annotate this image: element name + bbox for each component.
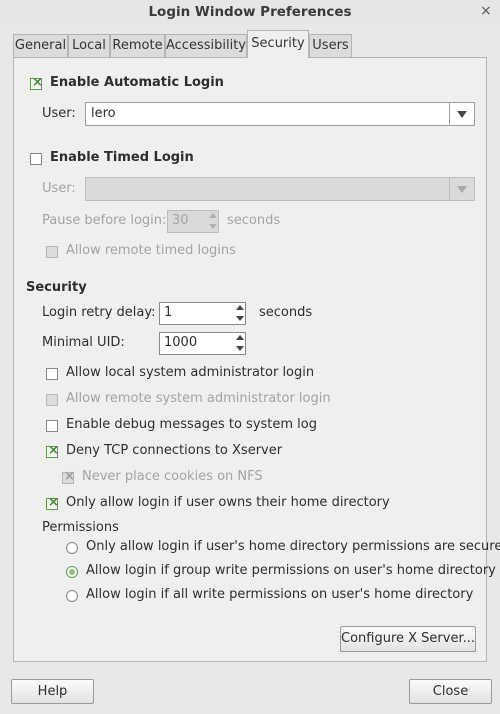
configure-x-server-button[interactable]: Configure X Server... (340, 626, 476, 652)
pause-unit-label: seconds (227, 213, 281, 228)
home-owner-label: Only allow login if user owns their home… (66, 495, 390, 510)
allow-remote-timed-logins-checkbox[interactable] (46, 246, 58, 258)
tab-local[interactable]: Local (68, 34, 110, 57)
auto-login-user-label: User: (42, 106, 76, 121)
enable-automatic-login-label: Enable Automatic Login (50, 75, 224, 90)
timed-login-user-combo[interactable] (85, 177, 475, 201)
enable-automatic-login-checkbox[interactable] (30, 75, 43, 90)
spin-down-icon[interactable] (208, 222, 218, 232)
login-retry-delay-spinner[interactable]: 1 (159, 302, 246, 325)
enable-debug-label: Enable debug messages to system log (66, 417, 317, 432)
combo-dropdown-button[interactable] (449, 103, 474, 125)
security-heading: Security (26, 280, 87, 295)
minimal-uid-label: Minimal UID: (42, 335, 125, 350)
permission-radio-all-write[interactable] (66, 590, 78, 602)
permission-secure-label: Only allow login if user's home director… (86, 539, 500, 554)
deny-tcp-label: Deny TCP connections to Xserver (66, 443, 283, 458)
spin-down-icon[interactable] (235, 344, 245, 354)
spin-up-icon[interactable] (235, 333, 245, 343)
close-button[interactable]: Close (409, 679, 492, 704)
home-owner-checkbox[interactable] (46, 495, 59, 510)
allow-local-admin-label: Allow local system administrator login (66, 365, 315, 380)
login-retry-delay-value: 1 (164, 305, 173, 320)
tab-security[interactable]: Security (247, 30, 309, 58)
close-icon[interactable]: × (480, 3, 492, 19)
timed-login-user-label: User: (42, 181, 76, 196)
chevron-down-icon (457, 111, 467, 118)
auto-login-user-combo[interactable]: lero (85, 102, 475, 126)
allow-remote-admin-label: Allow remote system administrator login (66, 391, 331, 406)
spin-down-icon[interactable] (235, 314, 245, 324)
never-place-cookies-checkbox[interactable] (62, 469, 75, 484)
minimal-uid-spinner[interactable]: 1000 (159, 332, 246, 355)
spin-up-icon[interactable] (235, 303, 245, 313)
allow-local-admin-checkbox[interactable] (46, 368, 58, 380)
permission-radio-group-write[interactable] (66, 566, 78, 578)
tab-users[interactable]: Users (309, 34, 352, 57)
chevron-down-icon (457, 186, 467, 193)
tab-remote[interactable]: Remote (110, 34, 165, 57)
allow-remote-timed-logins-label: Allow remote timed logins (66, 243, 236, 258)
login-retry-delay-label: Login retry delay: (42, 305, 156, 320)
tab-accessibility[interactable]: Accessibility (165, 34, 247, 57)
spin-up-icon[interactable] (208, 211, 218, 221)
tab-general[interactable]: General (13, 34, 68, 57)
never-place-cookies-label: Never place cookies on NFS (82, 469, 263, 484)
enable-timed-login-label: Enable Timed Login (50, 150, 194, 165)
permission-all-write-label: Allow login if all write permissions on … (86, 587, 474, 602)
enable-debug-checkbox[interactable] (46, 420, 58, 432)
retry-unit-label: seconds (259, 305, 313, 320)
permission-radio-secure[interactable] (66, 542, 78, 554)
enable-timed-login-checkbox[interactable] (30, 153, 42, 165)
help-button[interactable]: Help (11, 679, 94, 704)
allow-remote-admin-checkbox[interactable] (46, 394, 58, 406)
minimal-uid-value: 1000 (164, 335, 198, 350)
permissions-label: Permissions (42, 520, 119, 535)
window-title: Login Window Preferences (148, 4, 352, 20)
auto-login-user-value: lero (91, 106, 116, 121)
combo-dropdown-button[interactable] (449, 178, 474, 200)
pause-before-login-label: Pause before login: (42, 213, 167, 228)
pause-before-login-spinner[interactable]: 30 (167, 210, 219, 233)
pause-before-login-value: 30 (172, 213, 189, 228)
deny-tcp-checkbox[interactable] (46, 443, 59, 458)
permission-group-write-label: Allow login if group write permissions o… (86, 563, 496, 578)
